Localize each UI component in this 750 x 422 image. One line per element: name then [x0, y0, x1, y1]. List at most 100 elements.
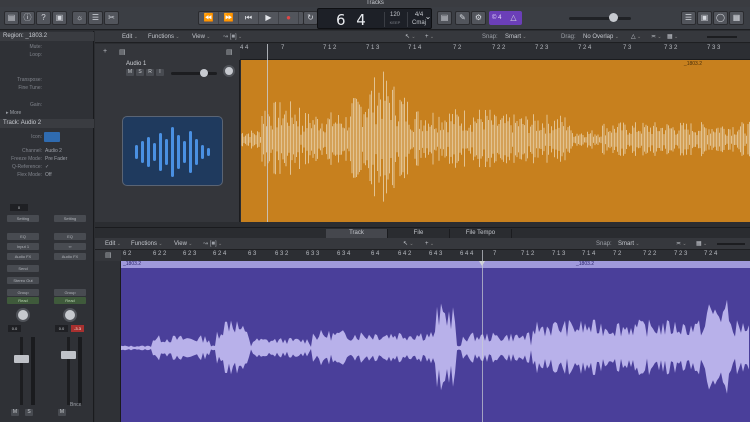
strip-eq-button[interactable]: EQ	[54, 233, 86, 240]
editor-ruler[interactable]: ▤ 6 2 6 2 2 6 2 3 6 2 4 6 3 6 3 2 6 3 3 …	[95, 250, 750, 261]
pointer-tool-icon[interactable]: ↖	[403, 239, 414, 249]
pan-knob[interactable]	[16, 308, 30, 322]
strip-output-button[interactable]: Stereo Out	[7, 277, 39, 284]
mute-button[interactable]: M	[11, 409, 19, 416]
strip-value-box[interactable]: 0	[10, 204, 28, 211]
strip-automation-button[interactable]: Read	[7, 297, 39, 304]
mixer-icon[interactable]: ☰	[88, 11, 103, 25]
lcd-dropdown-icon[interactable]: ⌄	[424, 11, 432, 25]
track-mute-button[interactable]: M	[126, 69, 134, 76]
editors-icon[interactable]: ✂	[104, 11, 119, 25]
playhead[interactable]	[482, 250, 483, 422]
zoom-slider[interactable]	[707, 36, 737, 38]
strip-link-button[interactable]: ∞	[54, 243, 86, 250]
pencil-icon[interactable]: ✎	[455, 11, 470, 25]
edit-menu[interactable]: Edit	[122, 32, 138, 42]
strip-input-button[interactable]: Input 1	[7, 243, 39, 250]
apple-loops-icon[interactable]: ◯	[713, 11, 728, 25]
pointer-tool-icon[interactable]: ↖	[405, 32, 416, 42]
tracks-ruler[interactable]: 4 4 7 7 1 2 7 1 3 7 1 4 7 2 7 2 2 7 2 3 …	[95, 44, 750, 60]
tab-file-tempo[interactable]: File Tempo	[450, 229, 512, 238]
drag-select[interactable]: No Overlap	[583, 32, 619, 42]
toolbar-icon[interactable]: ▣	[52, 11, 67, 25]
go-to-start-icon[interactable]: ⏮	[239, 12, 259, 24]
view-menu[interactable]: View	[192, 32, 211, 42]
editor-region-header[interactable]: _1803.2 _1803.2	[121, 261, 750, 268]
automation-icon[interactable]: △	[631, 32, 641, 42]
pan-knob[interactable]	[63, 308, 77, 322]
strip-setting-button[interactable]: Setting	[7, 215, 39, 222]
browser-icon[interactable]: ▦	[729, 11, 744, 25]
snap-select[interactable]: Smart	[505, 32, 527, 42]
volume-fader[interactable]	[61, 351, 76, 359]
more-toggle[interactable]: ▸ More	[0, 109, 94, 117]
tab-track[interactable]: Track	[326, 229, 388, 238]
audio-region-top[interactable]: _1803.2	[241, 60, 750, 222]
notes-icon[interactable]: ☰	[681, 11, 696, 25]
quick-help-icon[interactable]: ?	[36, 11, 51, 25]
volume-fader[interactable]	[14, 355, 29, 363]
region-icon-small[interactable]: ▤	[226, 48, 233, 56]
fader-track[interactable]	[67, 337, 70, 405]
track-record-button[interactable]: R	[146, 69, 154, 76]
cycle-icon[interactable]: ↻	[303, 11, 318, 25]
region-inspector-header[interactable]: Region: _1803.2	[0, 32, 94, 41]
functions-menu[interactable]: Functions	[148, 32, 180, 42]
strip-group-button[interactable]: Group	[7, 289, 39, 296]
track-inspector-header[interactable]: Track: Audio 2	[0, 119, 94, 128]
tab-file[interactable]: File	[388, 229, 450, 238]
track-header[interactable]: Audio 1 M S R I	[95, 60, 240, 222]
master-volume-track[interactable]	[569, 17, 631, 20]
mute-button[interactable]: M	[58, 409, 66, 416]
strip-send-button[interactable]: Send	[7, 265, 39, 272]
library-icon[interactable]: ▤	[4, 11, 19, 25]
track-name[interactable]: Audio 1	[126, 61, 146, 67]
loops-icon[interactable]: ▣	[697, 11, 712, 25]
track-icon-waveform[interactable]	[122, 116, 223, 186]
track-pan-knob[interactable]	[223, 65, 235, 77]
record-icon[interactable]: ●	[279, 12, 299, 24]
functions-menu[interactable]: Functions	[131, 239, 163, 249]
strip-group-button[interactable]: Group	[54, 289, 86, 296]
play-icon[interactable]: ▶	[259, 12, 279, 24]
track-volume-slider[interactable]	[171, 72, 217, 75]
solo-button[interactable]: S	[25, 409, 33, 416]
global-tracks-icon[interactable]: ▤	[119, 48, 126, 56]
strip-eq-button[interactable]: EQ	[7, 233, 39, 240]
catch-icon[interactable]: ↝ [■]	[223, 32, 242, 42]
snap-select[interactable]: Smart	[618, 239, 640, 249]
audio-region-editor[interactable]	[121, 268, 750, 422]
waveform-icon[interactable]	[44, 132, 60, 142]
strip-peak-value[interactable]: -3.3	[71, 325, 84, 332]
strip-setting-button[interactable]: Setting	[54, 215, 86, 222]
zoom-icon[interactable]: ▦	[667, 32, 678, 42]
catch-icon[interactable]: ↝ [■]	[203, 239, 222, 249]
fit-icon[interactable]: ▦	[696, 239, 707, 249]
lcd-display[interactable]: 6 4 120 KEEP 4/4 Cmaj	[317, 8, 432, 29]
add-track-icon[interactable]: +	[103, 48, 107, 55]
metronome-icon[interactable]: △	[506, 11, 521, 25]
flex-icon[interactable]: ≍	[651, 32, 662, 42]
playhead[interactable]	[267, 44, 268, 222]
smart-controls-icon[interactable]: ☼	[72, 11, 87, 25]
list-editor-icon[interactable]: ▤	[437, 11, 452, 25]
fast-forward-icon[interactable]: ⏩	[219, 12, 239, 24]
edit-menu[interactable]: Edit	[105, 239, 121, 249]
region-icon-small[interactable]: ▤	[105, 251, 112, 259]
rewind-icon[interactable]: ⏪	[199, 12, 219, 24]
fader-track[interactable]	[20, 337, 23, 405]
strip-automation-button[interactable]: Read	[54, 297, 86, 304]
strip-audio-fx-button[interactable]: Audio FX	[54, 253, 86, 260]
view-menu[interactable]: View	[174, 239, 193, 249]
info-icon[interactable]: ⓘ	[20, 11, 35, 25]
master-volume-knob[interactable]	[609, 13, 618, 22]
secondary-tool-icon[interactable]: +	[425, 32, 434, 42]
secondary-tool-icon[interactable]: +	[425, 239, 434, 249]
strip-audio-fx-button[interactable]: Audio FX	[7, 253, 39, 260]
zoom-icon[interactable]: ≍	[676, 239, 687, 249]
track-solo-button[interactable]: S	[136, 69, 144, 76]
zoom-slider[interactable]	[717, 243, 745, 245]
track-volume-knob[interactable]	[200, 69, 208, 77]
tuner-icon[interactable]: ⚙	[471, 11, 486, 25]
track-input-monitor-button[interactable]: I	[156, 69, 164, 76]
